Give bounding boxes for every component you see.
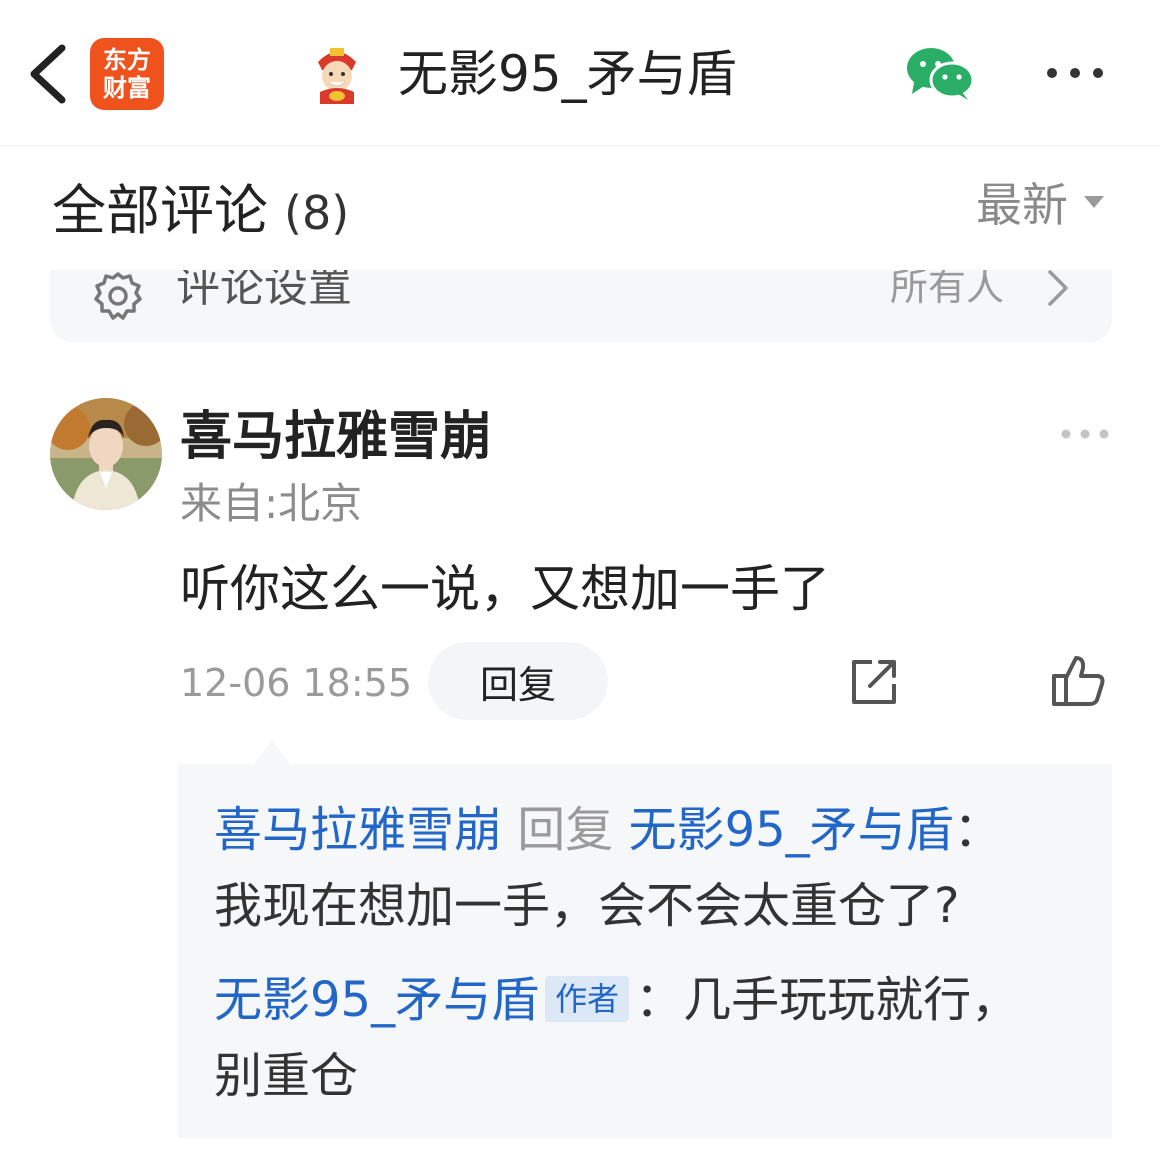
reply-button[interactable]: 回复 [428,642,608,720]
comments-page: 东方 财富 无影95_矛与盾 全部评论 (8) 最新 评论设置 所有人 喜马拉雅… [0,0,1160,1159]
app-logo-line1: 东方 [103,46,151,74]
app-logo[interactable]: 东方 财富 [90,38,164,110]
like-button[interactable] [1048,652,1108,710]
reply-1-verb: 回复 [517,802,614,858]
comment-count: (8) [284,186,350,240]
reply-1-text: 我现在想加一手，会不会太重仓了? [214,878,960,934]
more-options-button[interactable] [1040,56,1110,90]
reply-1-colon: ： [953,802,1002,858]
comment-settings-row[interactable]: 评论设置 所有人 [50,270,1112,342]
more-icon [1061,429,1109,439]
comment-location: 来自:北京 [180,479,363,528]
reply-2-colon: ： [635,972,684,1028]
caret-down-icon [1084,196,1104,208]
replies-panel: 喜马拉雅雪崩 回复 无影95_矛与盾： 我现在想加一手，会不会太重仓了? 无影9… [178,764,1112,1138]
wechat-share-button[interactable] [904,44,976,102]
app-logo-line2: 财富 [103,74,151,102]
comment-settings-label: 评论设置 [176,270,352,312]
mascot-icon [304,40,370,106]
reply-2-from-user[interactable]: 无影95_矛与盾 [214,972,539,1028]
comment-timestamp: 12-06 18:55 [180,661,413,705]
comment-settings-value: 所有人 [890,270,1005,309]
comment-text: 听你这么一说，又想加一手了 [180,560,830,618]
avatar[interactable] [50,398,162,510]
back-button[interactable] [22,38,78,110]
reply-1-from-user[interactable]: 喜马拉雅雪崩 [214,802,502,858]
reply-2-header: 无影95_矛与盾 作者 ：几手玩玩就行， [214,966,1019,1034]
top-nav-bar: 东方 财富 无影95_矛与盾 [0,0,1160,146]
page-title: 无影95_矛与盾 [398,45,737,103]
chevron-right-icon [1042,270,1072,308]
sort-label: 最新 [976,178,1068,232]
reply-2-text-line2: 别重仓 [214,1048,359,1104]
wechat-icon [907,48,975,100]
sort-dropdown[interactable]: 最新 [976,172,1108,232]
share-button[interactable] [846,654,902,710]
more-icon [1047,68,1103,78]
comment-username[interactable]: 喜马拉雅雪崩 [180,404,492,470]
share-icon [852,660,896,704]
author-badge: 作者 [545,976,630,1022]
section-title: 全部评论 (8) [52,176,349,246]
reply-box-pointer [252,740,292,766]
thumbs-up-icon [1052,656,1105,706]
gear-icon [90,270,146,324]
reply-2-text-line1: 几手玩玩就行， [683,972,1020,1028]
section-title-text: 全部评论 [52,179,268,242]
reply-1-header: 喜马拉雅雪崩 回复 无影95_矛与盾： [214,796,1002,864]
reply-1-to-user[interactable]: 无影95_矛与盾 [629,802,954,858]
comment-more-button[interactable] [1058,422,1112,446]
back-icon [30,44,66,104]
